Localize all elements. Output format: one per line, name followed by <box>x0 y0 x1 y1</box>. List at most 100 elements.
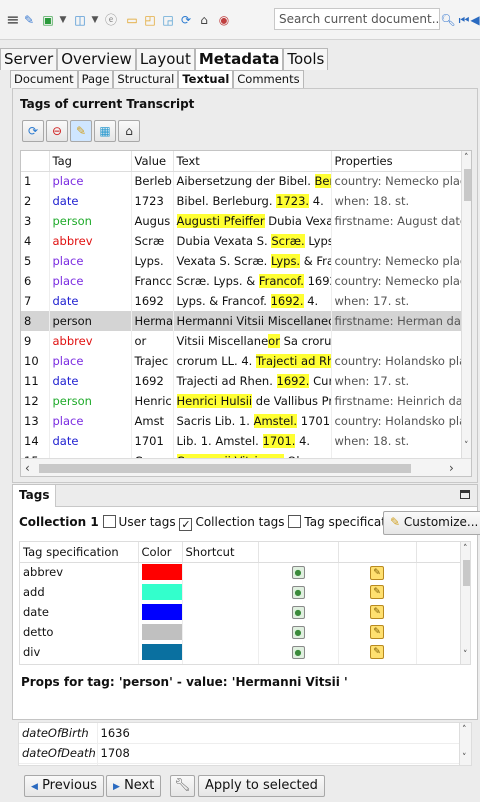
table-row[interactable]: 9abbrevor Vitsii Miscellaneor Sa crorun <box>21 331 462 351</box>
menu-icon[interactable]: ≡ <box>6 10 20 30</box>
prop-value[interactable]: Herman <box>97 763 460 765</box>
tab-overview[interactable]: Overview <box>57 48 136 70</box>
tag-spec-row[interactable]: detto ● ✎ <box>20 622 461 642</box>
grid-icon[interactable]: ▦ <box>94 120 116 142</box>
scroll-left-icon[interactable]: ‹ <box>25 461 30 475</box>
first-page-icon[interactable]: ⏮ <box>458 10 470 30</box>
color-swatch[interactable] <box>138 582 183 602</box>
tab-document[interactable]: Document <box>10 70 78 88</box>
table-row[interactable]: 7 date 1692 Lyps. & Francof. 1692. 4. when:… <box>21 291 462 311</box>
column-header[interactable] <box>21 151 50 172</box>
table-row[interactable]: 11date1692 Trajecti ad Rhen. 1692. Cumwh… <box>21 371 462 391</box>
previous-page-icon[interactable]: ◀ <box>470 10 480 30</box>
search-icon[interactable]: 🔍︎ <box>440 10 456 30</box>
tag-edit-icon[interactable]: ✎ <box>370 625 384 640</box>
column-header-shortcut[interactable]: Shortcut <box>182 542 259 563</box>
column-header-tag-specification[interactable]: Tag specification <box>20 542 139 563</box>
info-icon[interactable]: ⓔ <box>104 10 118 30</box>
shortcut-cell[interactable] <box>182 582 259 602</box>
scroll-down-icon[interactable]: ˅ <box>463 650 468 660</box>
search-input[interactable]: Search current document... <box>274 8 440 30</box>
color-swatch[interactable] <box>138 622 183 642</box>
vertical-scrollbar[interactable]: ˄ ˅ <box>460 542 470 664</box>
table-row[interactable]: 4abbrevScræ Dubia Vexata S. Scræ. Lyps. … <box>21 231 462 251</box>
prop-row[interactable]: dateOfDeath 1708 <box>19 743 460 764</box>
user-tags-checkbox[interactable]: User tags <box>102 515 176 529</box>
next-button[interactable]: ▶ Next <box>106 775 162 797</box>
table-row[interactable]: 13 place Amst Sacris Lib. 1. Amstel. 1701.… <box>21 411 462 431</box>
highlight-pen-icon[interactable]: ✎ <box>70 120 92 142</box>
previous-button[interactable]: ◀ Previous <box>24 775 105 797</box>
prop-value[interactable]: 1708 <box>97 743 460 764</box>
shortcut-cell[interactable] <box>182 602 259 622</box>
tab-metadata[interactable]: Metadata <box>194 48 284 70</box>
tag-spec-row[interactable]: date ● ✎ <box>20 602 461 622</box>
tag-edit-icon[interactable]: ✎ <box>370 585 384 600</box>
tag-spec-row[interactable]: gap ●✎ <box>20 662 461 664</box>
delete-icon[interactable]: ⊖ <box>46 120 68 142</box>
database-icon[interactable]: ◉ <box>216 10 232 30</box>
tag-spec-row[interactable]: div ● ✎ <box>20 642 461 662</box>
scroll-up-icon[interactable]: ˄ <box>462 725 467 735</box>
refresh-icon[interactable]: ⟳ <box>178 10 194 30</box>
table-row[interactable]: 2 date 1723 Bibel. Berleburg. 1723. 4. when… <box>21 191 462 211</box>
color-swatch[interactable] <box>138 642 183 662</box>
tag-spec-row[interactable]: abbrev ● ✎ <box>20 562 461 582</box>
image-icon[interactable]: ◫ <box>72 10 88 30</box>
layout-icon[interactable]: ▣ <box>40 10 56 30</box>
table-row[interactable]: 5placeLyps. Vexata S. Scræ. Lyps. & Fran… <box>21 251 462 271</box>
settings-button[interactable]: 🔧︎ <box>170 775 195 797</box>
add-icon[interactable]: ● <box>291 566 305 580</box>
collection-tags-checkbox[interactable]: ✓ Collection tags <box>179 515 285 531</box>
tab-structural[interactable]: Structural <box>113 70 179 88</box>
color-swatch[interactable] <box>138 662 183 664</box>
column-header-text[interactable]: Text <box>173 151 332 172</box>
bank-icon[interactable]: ⌂ <box>196 10 212 30</box>
table-row[interactable]: 8 person Herma Hermanni Vitsii Miscellaneo… <box>21 311 462 331</box>
chevron-down-icon[interactable]: ▼ <box>90 10 100 30</box>
maximize-icon[interactable] <box>460 490 470 499</box>
prop-row[interactable]: dateOfBirth 1636 <box>19 723 460 744</box>
customize-button[interactable]: ✎ Customize... <box>383 511 480 535</box>
color-swatch[interactable] <box>138 562 183 582</box>
scroll-right-icon[interactable]: › <box>449 461 454 475</box>
table-row[interactable]: 10 place Trajec crorum LL. 4. Trajecti ad … <box>21 351 462 371</box>
horizontal-scrollbar[interactable]: ‹ › <box>21 458 471 476</box>
table-row[interactable]: 12 person Henric Henrici Hulsii de Vallibus… <box>21 391 462 411</box>
scrollbar-thumb[interactable] <box>39 464 411 473</box>
column-header-tag[interactable]: Tag <box>49 151 132 172</box>
open-folder-icon[interactable]: ◰ <box>142 10 158 30</box>
refresh-icon[interactable]: ⟳ <box>22 120 44 142</box>
tags-panel-tab[interactable]: Tags <box>13 485 57 507</box>
bank-icon[interactable]: ⌂ <box>118 120 140 142</box>
scrollbar-thumb[interactable] <box>464 169 471 201</box>
scroll-up-icon[interactable]: ˄ <box>464 153 469 163</box>
upload-icon[interactable]: ◲ <box>160 10 176 30</box>
table-row[interactable]: 14 date 1701 Lib. 1. Amstel. 1701. 4. when:… <box>21 431 462 451</box>
prop-row[interactable]: firstnameHerman <box>19 763 460 765</box>
scrollbar-thumb[interactable] <box>463 560 470 586</box>
folder-icon[interactable]: ▭ <box>124 10 140 30</box>
scroll-down-icon[interactable]: ˅ <box>462 753 467 763</box>
column-header-color[interactable]: Color <box>138 542 183 563</box>
add-icon[interactable]: ● <box>291 626 305 639</box>
tab-page[interactable]: Page <box>77 70 114 88</box>
add-icon[interactable]: ● <box>291 586 305 599</box>
shortcut-cell[interactable] <box>182 622 259 642</box>
prop-value[interactable]: 1636 <box>97 723 460 744</box>
table-row[interactable]: 3personAugusAugusti Pfeiffer Dubia Vexat… <box>21 211 462 231</box>
tag-edit-icon[interactable]: ✎ <box>370 565 384 580</box>
color-swatch[interactable] <box>138 602 183 622</box>
add-icon[interactable]: ● <box>291 646 305 659</box>
tab-comments[interactable]: Comments <box>233 70 304 88</box>
shortcut-cell[interactable] <box>182 642 259 662</box>
tab-layout[interactable]: Layout <box>135 48 195 70</box>
shortcut-cell[interactable] <box>182 562 259 582</box>
table-row[interactable]: 1placeBerlebAibersetzung der Bibel. Berl… <box>21 171 462 191</box>
vertical-scrollbar[interactable]: ˄ ˅ <box>459 723 471 765</box>
tag-edit-icon[interactable]: ✎ <box>370 605 384 620</box>
table-row[interactable]: 6placeFrancc Scræ. Lyps. & Francof. 1692… <box>21 271 462 291</box>
chevron-down-icon[interactable]: ▼ <box>58 10 68 30</box>
tab-textual[interactable]: Textual <box>178 70 234 88</box>
tag-spec-row[interactable]: add ● ✎ <box>20 582 461 602</box>
